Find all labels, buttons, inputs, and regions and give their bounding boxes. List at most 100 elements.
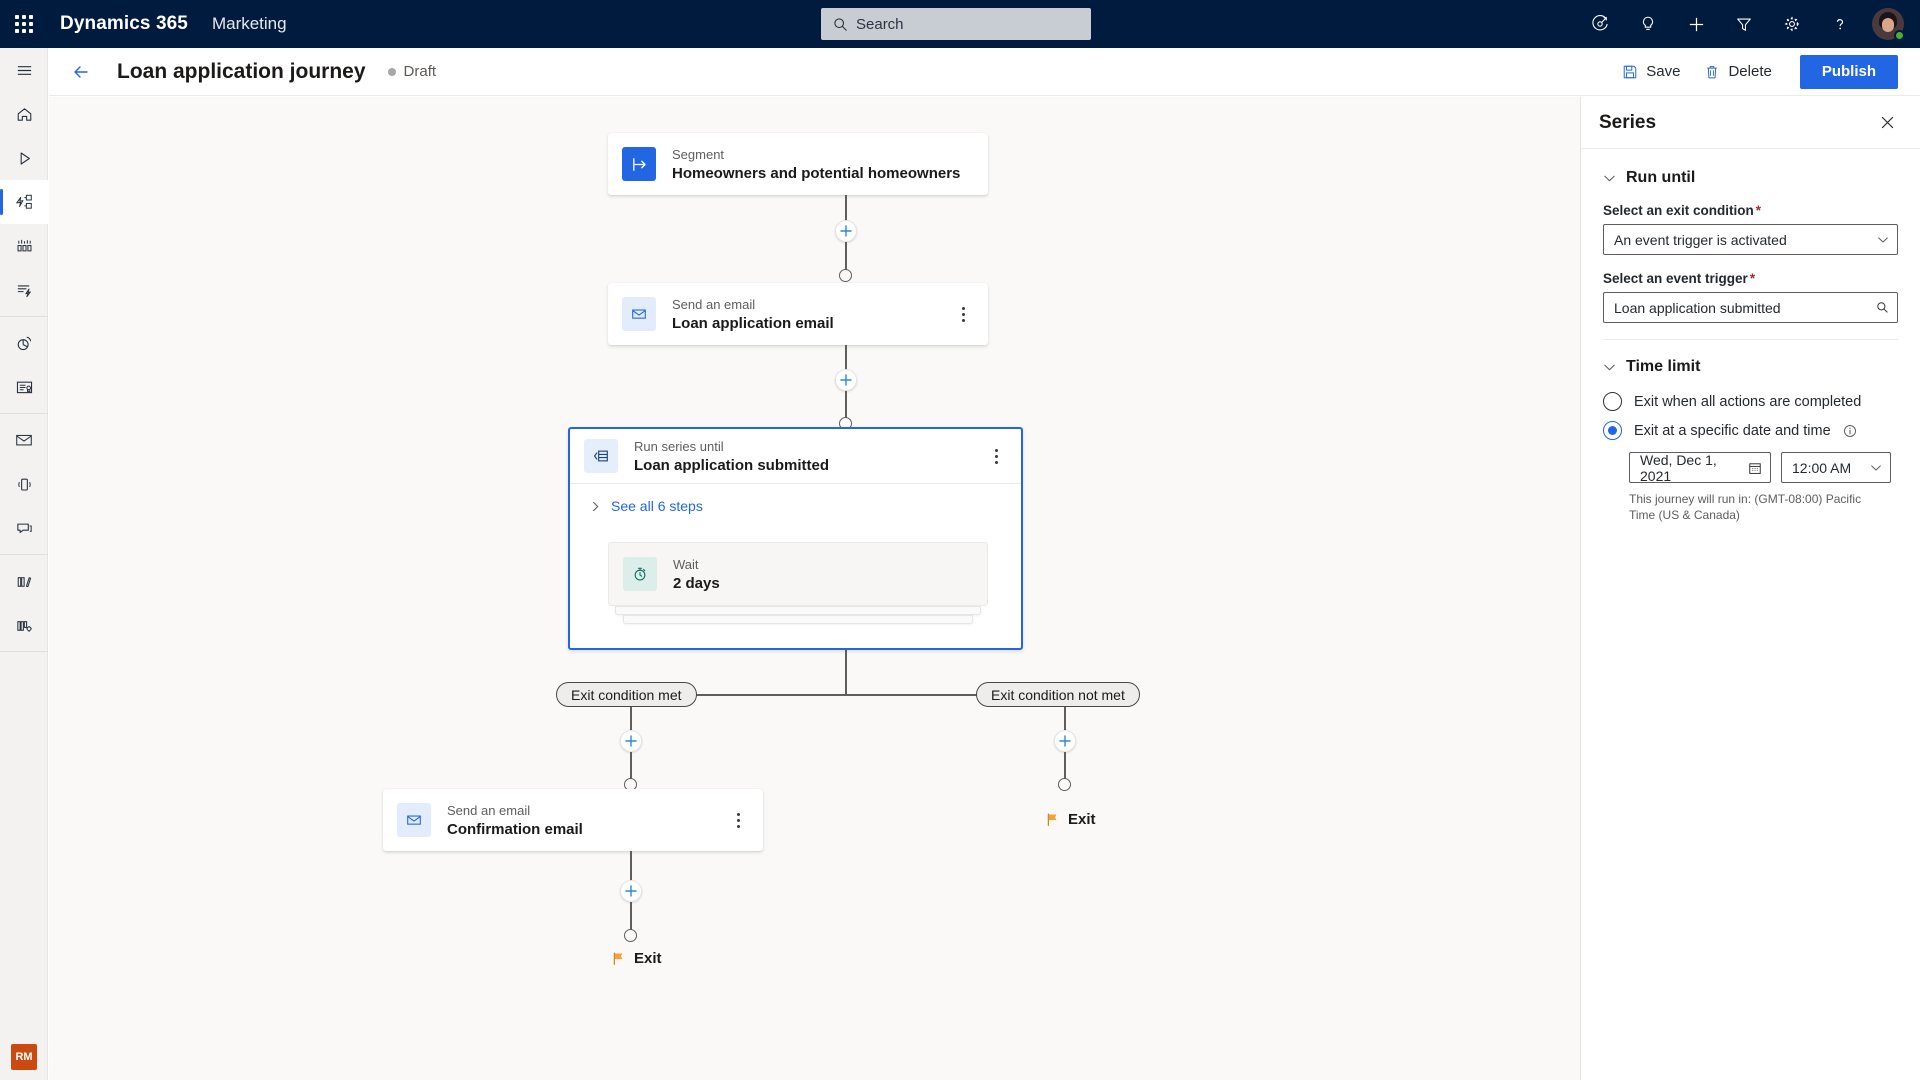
section-title: Run until: [1626, 169, 1696, 186]
panel-header: Series: [1581, 97, 1920, 149]
radio-exit-specific-datetime[interactable]: Exit at a specific date and time: [1603, 421, 1898, 440]
sidebar-item-recent[interactable]: [0, 136, 48, 180]
email-icon: [397, 803, 431, 837]
sidebar-item-library[interactable]: [0, 559, 48, 603]
branch-label-exit-condition-not-met[interactable]: Exit condition not met: [976, 682, 1140, 707]
help-question-icon[interactable]: [1816, 0, 1864, 48]
exit-condition-dropdown[interactable]: An event trigger is activated: [1603, 224, 1898, 255]
engagement-icon[interactable]: [1576, 0, 1624, 48]
top-header: Dynamics 365 Marketing: [0, 0, 1920, 48]
sidebar-item-journeys[interactable]: [0, 180, 48, 224]
section-run-until-header[interactable]: Run until: [1603, 169, 1898, 187]
status-badge: Draft: [387, 63, 437, 80]
sidebar-item-triggers[interactable]: [0, 268, 48, 312]
section-time-limit-header[interactable]: Time limit: [1603, 358, 1898, 376]
user-initials-badge[interactable]: RM: [11, 1044, 37, 1070]
sidebar-item-text-message[interactable]: [0, 462, 48, 506]
exit-label: Exit: [634, 950, 662, 967]
branch-label-exit-condition-met[interactable]: Exit condition met: [556, 682, 697, 707]
node-overflow-menu[interactable]: [727, 807, 749, 833]
settings-gear-icon[interactable]: [1768, 0, 1816, 48]
radio-exit-all-actions[interactable]: Exit when all actions are completed: [1603, 392, 1898, 411]
chevron-down-icon: [1604, 364, 1615, 370]
info-icon[interactable]: [1843, 424, 1857, 438]
home-icon: [17, 107, 31, 121]
email-icon: [622, 297, 656, 331]
node-name-label: 2 days: [673, 574, 720, 592]
add-step-button-left[interactable]: [620, 730, 642, 752]
series-header[interactable]: Run series until Loan application submit…: [570, 429, 1021, 484]
app-name[interactable]: Marketing: [212, 14, 287, 34]
node-segment[interactable]: Segment Homeowners and potential homeown…: [608, 133, 988, 195]
exit-condition-label-text: Select an exit condition: [1603, 203, 1754, 218]
sidebar-item-forms[interactable]: [0, 365, 48, 409]
add-step-button-left-2[interactable]: [620, 880, 642, 902]
see-all-steps-toggle[interactable]: See all 6 steps: [570, 484, 1021, 518]
presence-indicator: [1894, 30, 1905, 41]
add-step-button-2[interactable]: [835, 369, 857, 391]
insights-lightbulb-icon[interactable]: [1624, 0, 1672, 48]
trash-icon: [1707, 65, 1718, 78]
node-overflow-menu[interactable]: [985, 443, 1007, 469]
chevron-down-icon: [1604, 175, 1615, 181]
save-label: Save: [1646, 63, 1681, 80]
see-all-steps-label: See all 6 steps: [611, 498, 703, 514]
sidebar-item-analytics[interactable]: [0, 321, 48, 365]
delete-button[interactable]: Delete: [1692, 57, 1783, 86]
time-value: 12:00 AM: [1792, 459, 1852, 476]
save-button[interactable]: Save: [1610, 57, 1692, 86]
search-box[interactable]: [821, 8, 1091, 40]
journey-canvas[interactable]: Segment Homeowners and potential homeown…: [49, 97, 1580, 1080]
sidebar-item-email[interactable]: [0, 418, 48, 462]
node-name-label: Confirmation email: [447, 820, 583, 838]
node-send-email-1[interactable]: Send an email Loan application email: [608, 283, 988, 345]
sidebar-item-segments[interactable]: [0, 224, 48, 268]
radio-button-unselected[interactable]: [1603, 392, 1622, 411]
panel-body: Run until Select an exit condition * An e…: [1581, 149, 1920, 523]
exit-marker-left[interactable]: Exit: [611, 950, 662, 967]
close-icon[interactable]: [1872, 108, 1902, 138]
connector-line: [845, 650, 847, 695]
panel-divider: [1603, 339, 1898, 340]
search-input[interactable]: [856, 8, 1056, 40]
sidebar-item-settings[interactable]: [0, 603, 48, 647]
exit-marker-right[interactable]: Exit: [1045, 811, 1096, 828]
node-overflow-menu[interactable]: [952, 301, 974, 327]
connector-dot: [839, 269, 852, 282]
analytics-pie-icon: [17, 336, 31, 350]
add-new-icon[interactable]: [1672, 0, 1720, 48]
event-trigger-search-field[interactable]: Loan application submitted: [1603, 292, 1898, 323]
collapsed-step-stack: [623, 615, 973, 624]
search-icon: [834, 17, 847, 31]
hamburger-menu-icon[interactable]: [0, 48, 48, 92]
brand-title[interactable]: Dynamics 365: [60, 13, 188, 35]
status-label: Draft: [403, 63, 437, 80]
add-step-button-right[interactable]: [1054, 730, 1076, 752]
connector-dot: [624, 929, 637, 942]
app-launcher-icon[interactable]: [0, 0, 48, 48]
node-run-series-until[interactable]: Run series until Loan application submit…: [568, 427, 1023, 650]
library-settings-icon: [16, 620, 32, 632]
radio-button-selected[interactable]: [1603, 421, 1622, 440]
date-picker[interactable]: Wed, Dec 1, 2021: [1629, 452, 1771, 484]
publish-button[interactable]: Publish: [1799, 54, 1898, 89]
radio-label: Exit when all actions are completed: [1634, 393, 1862, 410]
exit-label: Exit: [1068, 811, 1096, 828]
chevron-down-icon: [1871, 464, 1881, 471]
user-avatar[interactable]: [1864, 0, 1912, 48]
stopwatch-icon: [623, 557, 657, 591]
calendar-icon: [1749, 462, 1761, 474]
filter-icon[interactable]: [1720, 0, 1768, 48]
node-wait[interactable]: Wait 2 days: [608, 542, 988, 606]
radio-label: Exit at a specific date and time: [1634, 422, 1831, 439]
add-step-button-1[interactable]: [835, 220, 857, 242]
left-navigation-rail: RM: [0, 48, 48, 1080]
sidebar-item-push-notification[interactable]: [0, 506, 48, 550]
time-picker[interactable]: 12:00 AM: [1781, 452, 1891, 483]
node-type-label: Wait: [673, 556, 699, 572]
rail-divider: [0, 316, 48, 317]
node-send-email-2[interactable]: Send an email Confirmation email: [383, 789, 763, 851]
back-arrow-icon[interactable]: [63, 54, 99, 90]
sidebar-item-home[interactable]: [0, 92, 48, 136]
forms-certificate-icon: [16, 381, 32, 393]
